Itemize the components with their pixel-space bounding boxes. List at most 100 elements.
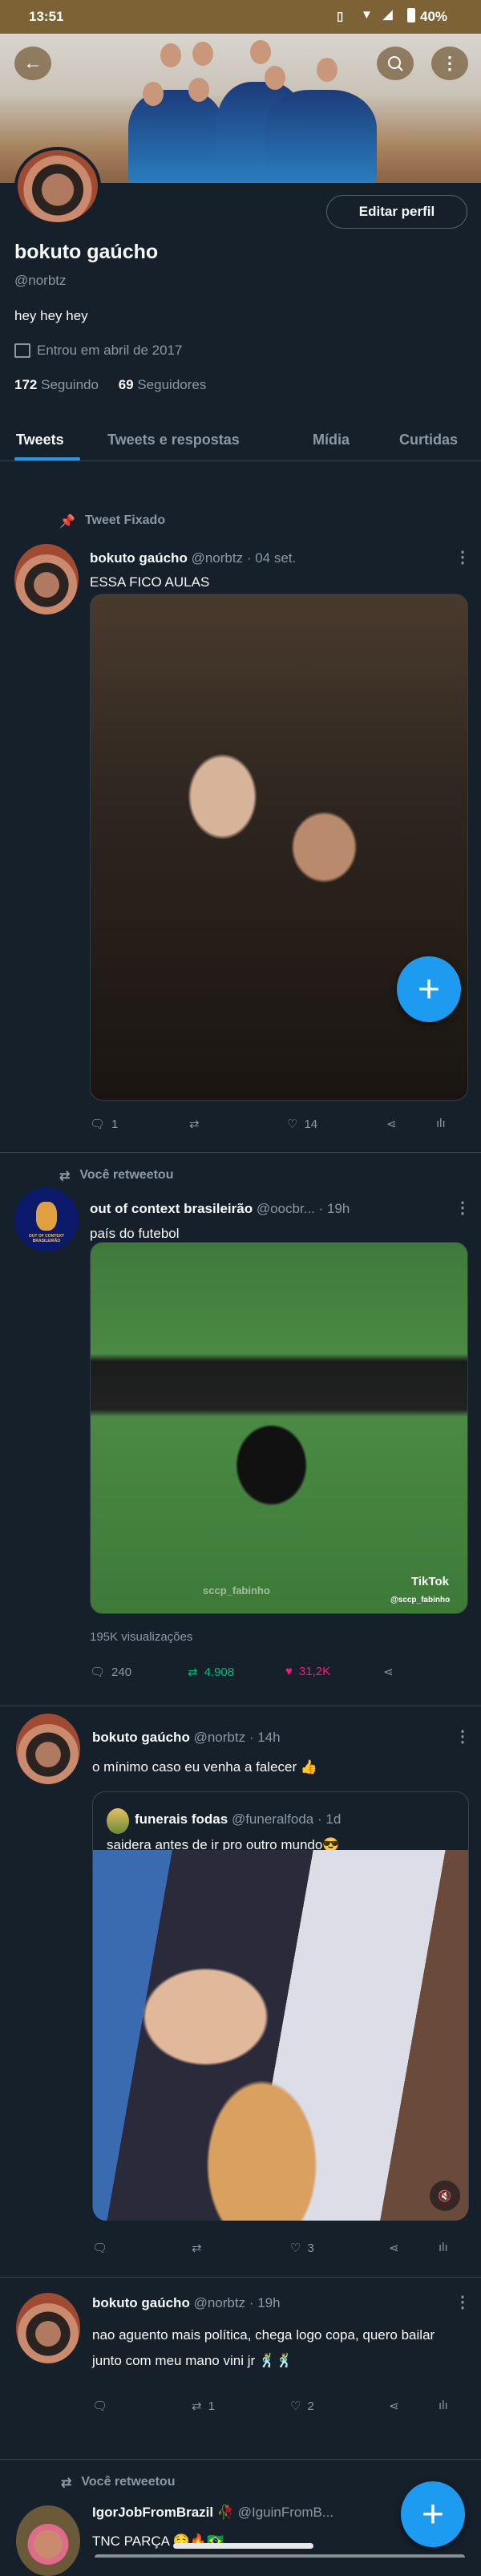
author-name[interactable]: bokuto gaúcho	[90, 550, 188, 566]
home-indicator[interactable]	[173, 2543, 313, 2549]
tab-likes[interactable]: Curtidas	[399, 432, 458, 448]
retweet-button[interactable]: ⇄	[189, 1117, 200, 1131]
arrow-left-icon: ←	[23, 52, 42, 74]
tweet-time: · 14h	[249, 1730, 281, 1745]
like-button[interactable]: ♥ 31,2K	[285, 1665, 330, 1678]
reply-count: 1	[111, 1117, 119, 1131]
quoted-author-handle: @funeralfoda	[231, 1811, 314, 1827]
author-name[interactable]: out of context brasileirão	[90, 1201, 253, 1216]
reply-button[interactable]: 🗨 1	[90, 1117, 119, 1132]
following-label: Seguindo	[41, 377, 99, 392]
retweet-icon: ⇄	[192, 2241, 202, 2255]
share-icon: ⋖	[383, 1665, 394, 1679]
trophy-icon	[36, 1202, 57, 1231]
heart-icon: ♡	[290, 2241, 301, 2255]
compose-tweet-button-bottom[interactable]: +	[401, 2481, 465, 2547]
tweet-more-icon[interactable]: ⋮	[455, 547, 471, 567]
tab-media[interactable]: Mídia	[313, 432, 350, 448]
tweet-more-icon[interactable]: ⋮	[455, 1198, 471, 1218]
following-link[interactable]: 172 Seguindo	[14, 377, 99, 392]
status-time: 13:51	[29, 9, 64, 24]
reply-button[interactable]: 🗨	[92, 2241, 107, 2255]
profile-avatar[interactable]	[14, 147, 101, 225]
author-handle: @IguinFromB...	[237, 2505, 334, 2520]
tweet-video[interactable]: sccp_fabinho TikTok @sccp_fabinho	[90, 1242, 468, 1614]
mute-icon[interactable]: 🔇	[430, 2180, 460, 2211]
share-button[interactable]: ⋖	[389, 2241, 399, 2255]
quoted-avatar	[107, 1808, 129, 1834]
reply-button[interactable]: 🗨	[92, 2399, 107, 2413]
search-icon	[388, 56, 403, 71]
back-button[interactable]: ←	[14, 47, 51, 80]
avatar[interactable]	[16, 2505, 80, 2576]
pinned-text: Tweet Fixado	[84, 513, 166, 527]
share-button[interactable]: ⋖	[383, 1665, 394, 1679]
like-count: 14	[304, 1117, 318, 1131]
tweet-time: · 19h	[249, 2295, 281, 2310]
joined-text: Entrou em abril de 2017	[37, 343, 183, 358]
avatar-logo-text: OUT OF CONTEXT BRASILEIRÃO	[28, 1234, 65, 1243]
tweet-photo[interactable]	[90, 594, 468, 1101]
share-button[interactable]: ⋖	[389, 2399, 399, 2413]
tweet-more-icon[interactable]: ⋮	[455, 1726, 471, 1746]
reply-icon: 🗨	[92, 2241, 108, 2255]
tweet-more-icon[interactable]: ⋮	[455, 2292, 471, 2312]
reply-button[interactable]: 🗨 240	[90, 1665, 131, 1680]
author-name[interactable]: bokuto gaúcho	[92, 1730, 190, 1745]
author-handle: @norbtz	[191, 550, 244, 566]
divider	[0, 1152, 481, 1153]
divider	[0, 2459, 481, 2460]
avatar[interactable]	[14, 544, 79, 615]
followers-link[interactable]: 69 Seguidores	[119, 377, 207, 392]
author-name[interactable]: bokuto gaúcho	[92, 2295, 190, 2310]
avatar[interactable]	[16, 1714, 80, 1784]
heart-icon: ♡	[287, 1118, 298, 1131]
following-count: 172	[14, 377, 38, 392]
pinned-label: 📌 Tweet Fixado	[59, 513, 165, 529]
tab-tweets[interactable]: Tweets	[16, 432, 64, 448]
analytics-icon: ılı	[439, 2241, 448, 2254]
view-count: 195K visualizações	[90, 1630, 193, 1644]
like-button[interactable]: ♡ 3	[290, 2241, 314, 2256]
edit-profile-button[interactable]: Editar perfil	[326, 195, 467, 229]
share-button[interactable]: ⋖	[386, 1117, 397, 1131]
plus-icon: +	[421, 2493, 445, 2536]
like-count: 3	[307, 2241, 314, 2255]
share-icon: ⋖	[386, 1118, 397, 1131]
author-name[interactable]: IgorJobFromBrazil 🥀	[92, 2505, 234, 2520]
quoted-video[interactable]: 🔇	[93, 1850, 468, 2221]
signal-icon: ◢	[383, 8, 393, 22]
like-count: 31,2K	[298, 1665, 331, 1678]
more-button[interactable]: ⋮	[431, 47, 468, 80]
retweet-context-text: Você retweetou	[81, 2475, 176, 2489]
retweet-button[interactable]: ⇄	[192, 2241, 202, 2255]
tweet-text: o mínimo caso eu venha a falecer 👍	[92, 1759, 318, 1775]
quoted-header: funerais fodas @funeralfoda · 1d	[135, 1811, 341, 1828]
author-handle: @norbtz	[193, 2295, 246, 2310]
retweet-count: 4.908	[204, 1665, 235, 1679]
avatar[interactable]: OUT OF CONTEXT BRASILEIRÃO	[14, 1187, 79, 1251]
profile-handle: @norbtz	[14, 273, 67, 288]
like-button[interactable]: ♡ 14	[287, 1117, 318, 1132]
analytics-button[interactable]: ılı	[436, 1117, 446, 1130]
tweet-actions: 🗨 1 ⇄ ♡ 14 ⋖ ılı	[90, 1117, 467, 1136]
compose-tweet-button[interactable]: +	[397, 956, 461, 1022]
tweet-header: bokuto gaúcho @norbtz · 14h	[92, 1730, 281, 1746]
tiktok-logo: TikTok	[411, 1575, 449, 1588]
quoted-time: · 1d	[317, 1811, 342, 1827]
quoted-tweet[interactable]: funerais fodas @funeralfoda · 1d saidera…	[92, 1791, 469, 2221]
retweet-button[interactable]: ⇄ 1	[192, 2399, 215, 2414]
like-button[interactable]: ♡ 2	[290, 2399, 314, 2414]
search-button[interactable]	[377, 47, 414, 80]
tweet-time: · 19h	[318, 1201, 350, 1216]
analytics-button[interactable]: ılı	[439, 2399, 448, 2412]
reply-icon: 🗨	[90, 1665, 106, 1679]
tab-tweets-replies[interactable]: Tweets e respostas	[107, 432, 240, 448]
author-handle: @oocbr...	[256, 1201, 315, 1216]
analytics-button[interactable]: ılı	[439, 2241, 448, 2254]
retweet-button[interactable]: ⇄ 4.908	[188, 1665, 235, 1680]
like-count: 2	[307, 2399, 314, 2413]
retweet-context: ⇄ Você retweetou	[61, 2475, 175, 2491]
retweet-context: ⇄ Você retweetou	[59, 1168, 173, 1184]
avatar[interactable]	[16, 2293, 80, 2363]
